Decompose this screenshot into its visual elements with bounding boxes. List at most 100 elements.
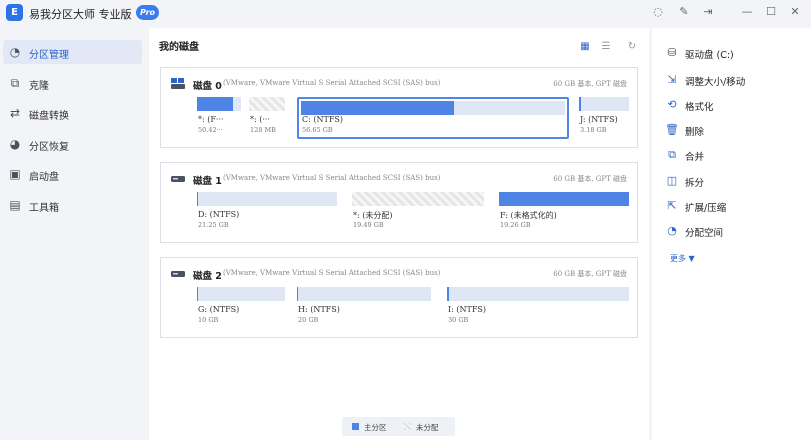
sidebar-item-label: 磁盘转换 [29, 111, 69, 122]
action-label: 拆分 [685, 178, 705, 189]
partition-0-1[interactable]: *: (··· 128 MB [249, 97, 285, 139]
minimize-button[interactable]: — [739, 4, 755, 20]
partition-bar [197, 287, 285, 301]
sidebar-item-label: 工具箱 [29, 202, 59, 214]
app-logo-icon: E [6, 4, 23, 21]
sidebar-item-toolbox[interactable]: ▤ 工具箱 [3, 193, 142, 217]
partition-2-0[interactable]: G: (NTFS) 10 GB [197, 287, 285, 329]
sidebar-item-boot-disk[interactable]: ▣ 启动盘 [3, 162, 142, 186]
convert-icon: ⇄ [9, 106, 21, 120]
partition-label: D: (NTFS) [198, 210, 240, 219]
disk-description: (VMware, VMware Virtual S Serial Attache… [223, 79, 441, 87]
disk-icon [171, 78, 185, 89]
export-icon[interactable]: ⇥ [700, 4, 716, 20]
recovery-icon: ◕ [9, 136, 21, 151]
allocate-icon: ◔ [667, 224, 677, 237]
action-allocate-space[interactable]: ◔ 分配空间 [665, 222, 805, 240]
close-button[interactable]: ✕ [787, 4, 803, 20]
partition-label: C: (NTFS) [302, 115, 343, 124]
action-label: 分配空间 [685, 228, 724, 239]
sidebar-item-clone[interactable]: ⧉ 克隆 [3, 71, 142, 95]
disk-description: (VMware, VMware Virtual S Serial Attache… [223, 174, 441, 182]
partition-bar [447, 287, 629, 301]
partition-label: G: (NTFS) [198, 305, 240, 314]
merge-icon: ⧉ [668, 148, 676, 161]
refresh-icon[interactable]: ↻ [626, 41, 638, 53]
partition-size: 128 MB [250, 126, 276, 134]
toolbox-icon: ▤ [9, 197, 21, 212]
disk-size: 60 GB 基本, GPT 磁盘 [553, 80, 627, 88]
partition-bar [579, 97, 629, 111]
list-view-icon[interactable]: ☰ [600, 41, 612, 53]
partition-size: 19.49 GB [353, 221, 384, 229]
disk-card-0: 磁盘 0 (VMware, VMware Virtual S Serial At… [160, 67, 638, 148]
partition-size: 3.18 GB [580, 126, 607, 134]
partition-0-2-selected[interactable]: C: (NTFS) 56.65 GB [297, 97, 569, 139]
disk-description: (VMware, VMware Virtual S Serial Attache… [223, 269, 441, 277]
partition-label: F: (未格式化的) [500, 211, 557, 220]
legend-primary-swatch [352, 423, 359, 430]
sidebar-item-label: 分区恢复 [29, 141, 69, 153]
clone-icon: ⧉ [10, 75, 20, 90]
partition-size: 56.65 GB [302, 126, 333, 134]
action-format[interactable]: ⟲ 格式化 [665, 96, 805, 114]
app-title: 易我分区大师 专业版 [29, 8, 132, 21]
action-resize-move[interactable]: ⇲ 调整大小/移动 [665, 71, 805, 89]
legend-unallocated-swatch [404, 423, 411, 430]
partition-size: 10 GB [198, 316, 219, 324]
pro-badge: Pro [136, 5, 159, 20]
action-extend-shrink[interactable]: ⇱ 扩展/压缩 [665, 197, 805, 215]
partition-icon: ◔ [9, 45, 21, 59]
page-title: 我的磁盘 [159, 42, 199, 53]
action-label: 扩展/压缩 [685, 203, 727, 214]
partition-size: 30 GB [448, 316, 469, 324]
legend: 主分区 未分配 [342, 417, 455, 436]
partition-usage-fill [301, 101, 455, 115]
partition-bar [499, 192, 629, 206]
partition-bar [197, 97, 241, 111]
partition-2-2[interactable]: I: (NTFS) 30 GB [447, 287, 629, 329]
partition-1-2[interactable]: F: (未格式化的) 19.26 GB [499, 192, 629, 234]
partition-usage-fill [197, 97, 234, 111]
sidebar-item-partition-recovery[interactable]: ◕ 分区恢复 [3, 132, 142, 156]
partition-0-0[interactable]: *: (F··· 50.42··· [197, 97, 241, 139]
extend-icon: ⇱ [667, 199, 677, 212]
partition-label: I: (NTFS) [448, 305, 487, 314]
partition-0-3[interactable]: J: (NTFS) 3.18 GB [579, 97, 629, 139]
partition-bar [352, 192, 484, 206]
disk-icon [171, 176, 185, 182]
action-label: 删除 [685, 127, 705, 138]
legend-primary-label: 主分区 [364, 423, 387, 432]
partition-2-1[interactable]: H: (NTFS) 20 GB [297, 287, 431, 329]
disk-icon [171, 271, 185, 277]
selected-drive-label: 驱动盘 (C:) [685, 50, 734, 61]
more-actions-link[interactable]: 更多 ▼ [670, 253, 695, 264]
partition-usage-fill [499, 192, 629, 206]
partition-bar [301, 101, 565, 115]
disk-name: 磁盘 1 [193, 176, 222, 187]
action-panel: ⛁ 驱动盘 (C:) ⇲ 调整大小/移动 ⟲ 格式化 🗑 删除 ⧉ 合并 ◫ 拆… [652, 28, 811, 440]
partition-label: J: (NTFS) [580, 115, 618, 124]
skin-icon[interactable]: ◌ [650, 4, 666, 20]
partition-label: H: (NTFS) [298, 305, 340, 314]
maximize-button[interactable]: ☐ [763, 4, 779, 20]
sidebar-item-label: 克隆 [29, 80, 49, 92]
action-split[interactable]: ◫ 拆分 [665, 172, 805, 190]
partition-usage-fill [197, 287, 198, 301]
partition-size: 50.42··· [198, 126, 223, 134]
selected-drive-header: ⛁ 驱动盘 (C:) [665, 44, 805, 62]
feedback-icon[interactable]: ✎ [676, 4, 692, 20]
grid-view-icon[interactable]: ▦ [579, 41, 591, 53]
partition-1-1[interactable]: *: (未分配) 19.49 GB [352, 192, 484, 234]
partition-size: 20 GB [298, 316, 319, 324]
action-merge[interactable]: ⧉ 合并 [665, 146, 805, 164]
partition-label: *: (··· [250, 115, 270, 124]
partition-usage-fill [579, 97, 581, 111]
sidebar-item-disk-convert[interactable]: ⇄ 磁盘转换 [3, 101, 142, 125]
action-delete[interactable]: 🗑 删除 [665, 121, 805, 139]
partition-label: *: (F··· [198, 115, 224, 124]
partition-1-0[interactable]: D: (NTFS) 21.25 GB [197, 192, 337, 234]
sidebar-item-partition-manager[interactable]: ◔ 分区管理 [3, 40, 142, 64]
action-label: 格式化 [685, 102, 714, 113]
partition-bar [297, 287, 431, 301]
